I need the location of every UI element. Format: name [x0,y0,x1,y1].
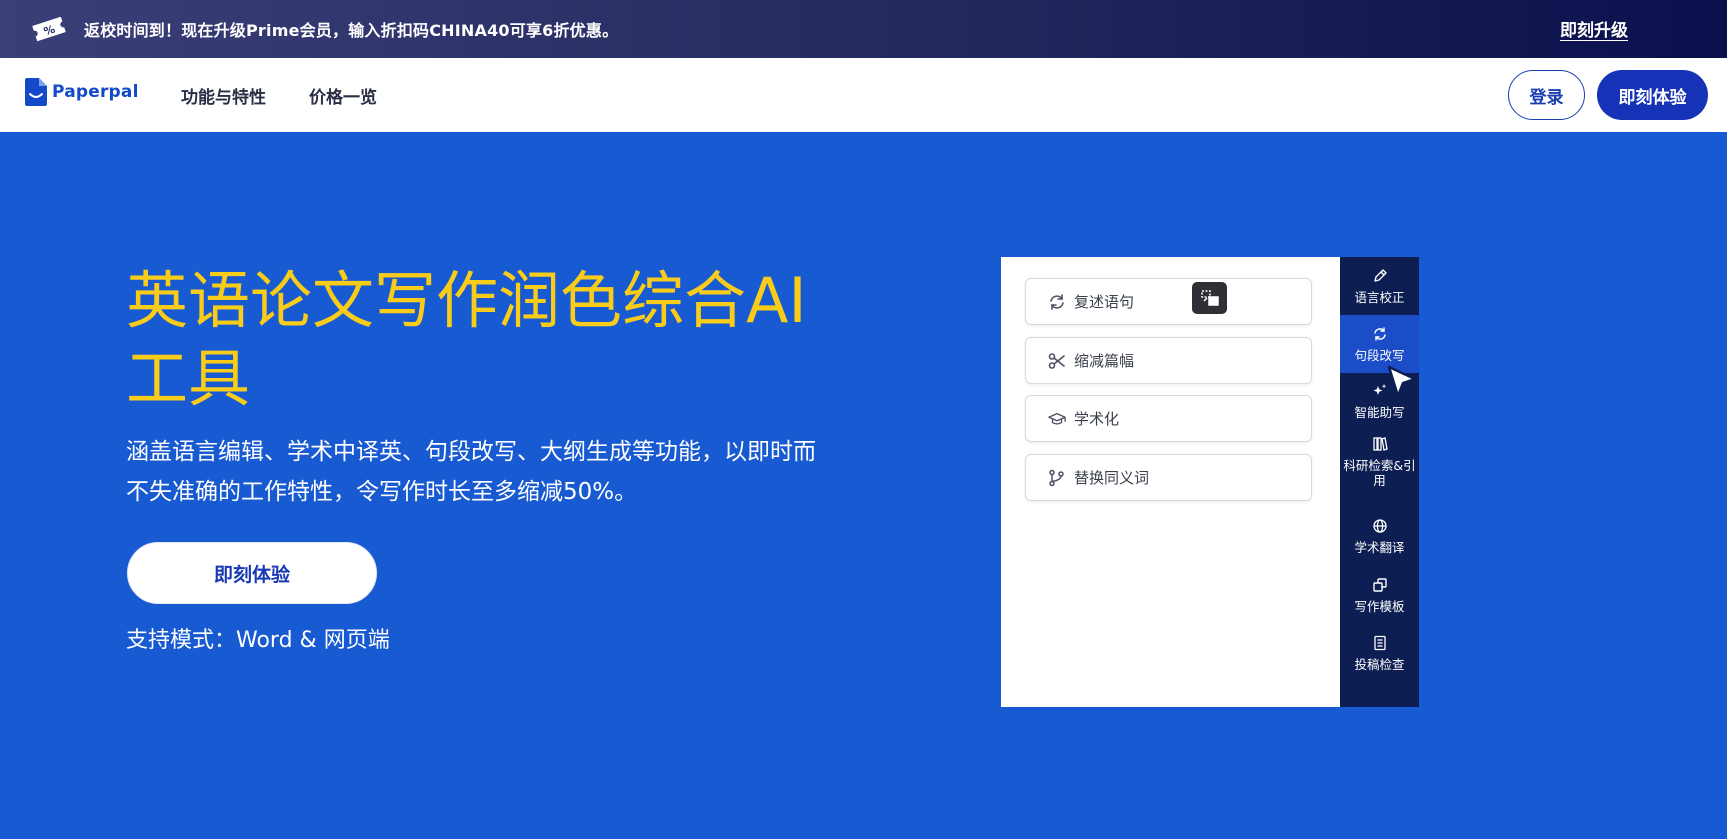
refresh-icon [1050,293,1064,310]
try-now-nav-button[interactable]: 即刻体验 [1597,70,1708,120]
upgrade-now-link[interactable]: 即刻升级 [1560,16,1628,41]
hero-title: 英语论文写作润色综合AI工具 [126,264,807,415]
discount-ticket-icon: % [32,16,66,42]
sidebar-item-label: 学术翻译 [1354,539,1405,555]
paperpal-logo[interactable]: Paperpal [25,78,139,106]
top-navigation: Paperpal 功能与特性 价格一览 登录 即刻体验 [0,58,1727,132]
sidebar-item-academic-translation[interactable]: 学术翻译 [1340,507,1419,565]
rewrite-options-list: 复述语句 缩减篇幅 学术化 替换同义词 [1001,257,1340,707]
rewrite-icon [1373,326,1386,341]
login-button[interactable]: 登录 [1508,70,1585,120]
sidebar-item-research-citation[interactable]: 科研检索&引用 [1340,427,1419,497]
template-icon [1372,577,1387,592]
checklist-icon [1373,635,1386,650]
nav-pricing-link[interactable]: 价格一览 [309,83,377,108]
hero-try-now-button[interactable]: 即刻体验 [127,542,377,604]
sidebar-item-label: 智能助写 [1354,404,1405,420]
sidebar-item-writing-templates[interactable]: 写作模板 [1340,566,1419,624]
option-label: 学术化 [1074,410,1120,428]
product-demo-panel: 复述语句 缩减篇幅 学术化 替换同义词 语言校正 句段改写 智能助写 科研检索&… [1001,257,1419,707]
option-label: 复述语句 [1074,293,1135,311]
option-shorten[interactable]: 缩减篇幅 [1025,337,1312,384]
sidebar-item-label: 写作模板 [1354,598,1405,614]
promo-banner: % 返校时间到！现在升级Prime会员，输入折扣码CHINA40可享6折优惠。 … [0,0,1727,58]
feature-sidebar: 语言校正 句段改写 智能助写 科研检索&引用 学术翻译 写作模板 投稿检查 [1340,257,1419,707]
branch-icon [1049,469,1064,486]
sidebar-item-submission-check[interactable]: 投稿检查 [1340,624,1419,682]
sidebar-item-language-correction[interactable]: 语言校正 [1340,257,1419,315]
graduation-cap-icon [1048,412,1066,425]
sidebar-item-label: 句段改写 [1354,347,1405,363]
paperpal-logo-icon [25,78,47,106]
split-view-icon[interactable] [1192,282,1227,314]
sidebar-item-label: 投稿检查 [1354,656,1405,672]
option-academic[interactable]: 学术化 [1025,395,1312,442]
option-label: 缩减篇幅 [1074,352,1135,370]
nav-features-link[interactable]: 功能与特性 [181,83,266,108]
option-label: 替换同义词 [1074,469,1150,487]
promo-text: 返校时间到！现在升级Prime会员，输入折扣码CHINA40可享6折优惠。 [84,21,619,40]
supported-modes-text: 支持模式：Word & 网页端 [126,628,390,653]
option-paraphrase[interactable]: 复述语句 [1025,278,1312,325]
books-icon [1372,437,1388,451]
logo-text: Paperpal [52,82,139,102]
hero-subtitle: 涵盖语言编辑、学术中译英、句段改写、大纲生成等功能，以即时而不失准确的工作特性，… [126,439,816,505]
scissors-icon [1048,352,1065,369]
sidebar-item-label: 科研检索&引用 [1343,458,1416,488]
globe-icon [1372,518,1387,533]
mouse-pointer-icon [1387,365,1417,398]
pen-icon [1373,268,1387,282]
option-synonyms[interactable]: 替换同义词 [1025,454,1312,501]
sidebar-item-label: 语言校正 [1354,289,1405,305]
